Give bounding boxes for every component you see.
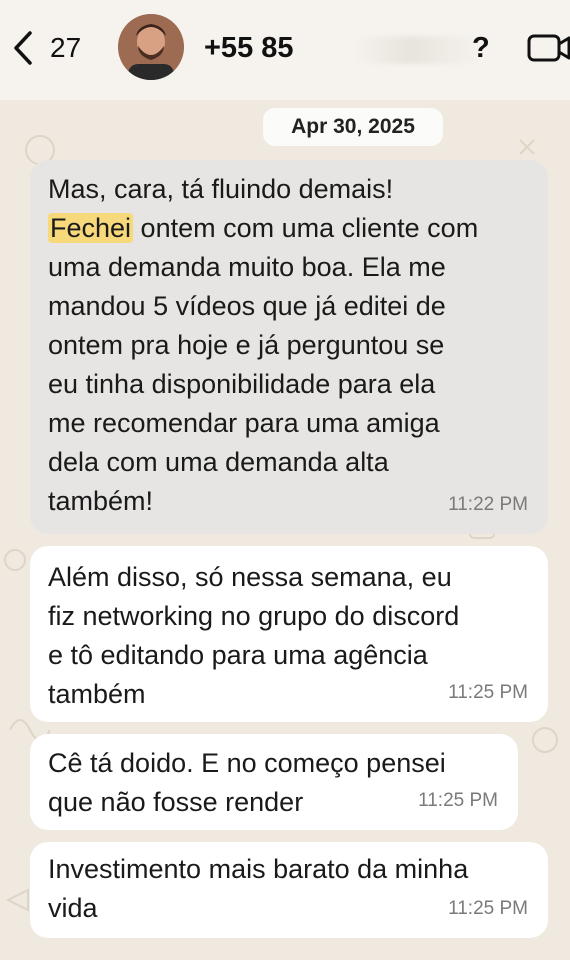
redaction-blur [296,36,486,64]
video-call-icon [527,34,570,62]
message-text: Mas, cara, tá fluindo demais! Fechei ont… [48,174,479,516]
message-bubble[interactable]: Mas, cara, tá fluindo demais! Fechei ont… [30,160,548,534]
message-time: 11:25 PM [448,898,528,919]
contact-name[interactable]: +55 85 ? [204,26,504,70]
message-time: 11:25 PM [448,682,528,703]
contact-name-tail: ? [472,32,490,64]
highlighted-word: Fechei [48,213,134,243]
message-time: 11:22 PM [448,494,528,515]
message-bubble[interactable]: Além disso, só nessa semana, eu fiz netw… [30,546,548,722]
chevron-left-icon [14,31,32,65]
avatar[interactable] [118,14,184,80]
date-separator: Apr 30, 2025 [263,108,443,146]
message-bubble[interactable]: Investimento mais barato da minha vida 1… [30,842,548,938]
unread-count: 27 [50,32,82,63]
video-call-button[interactable] [526,30,570,66]
message-bubble[interactable]: Cê tá doido. E no começo pensei que não … [30,734,518,830]
back-button[interactable]: 27 [12,28,102,68]
chat-header: 27 +55 85 ? [0,0,570,100]
message-time: 11:25 PM [418,790,498,811]
contact-name-visible: +55 85 [204,32,294,64]
